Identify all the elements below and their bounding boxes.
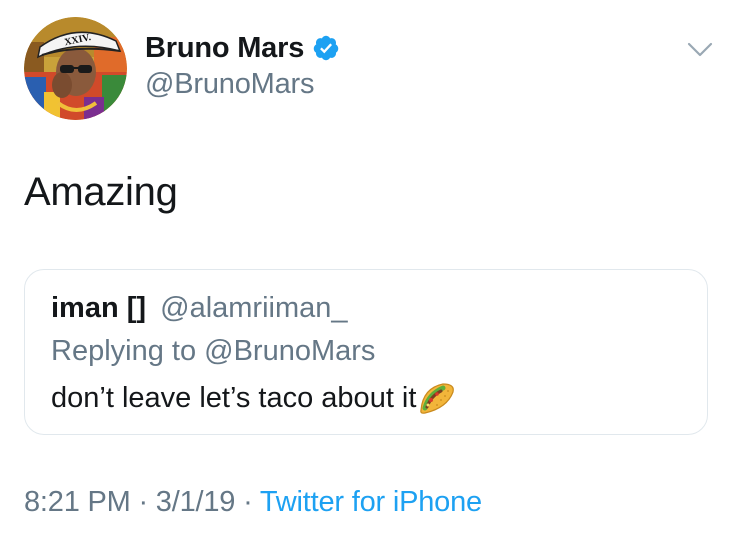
tweet-meta: 8:21 PM · 3/1/19 · Twitter for iPhone bbox=[24, 486, 482, 519]
quoted-tweet-header: iman [] @alamriiman_ bbox=[51, 292, 348, 325]
meta-separator: · bbox=[235, 486, 260, 518]
avatar[interactable]: XXIV. bbox=[24, 17, 127, 120]
meta-separator: · bbox=[130, 486, 156, 518]
quoted-tweet-text-row: don’t leave let’s taco about it bbox=[51, 380, 457, 416]
verified-badge-icon bbox=[312, 34, 340, 62]
quoted-author-name-symbol: [] bbox=[126, 292, 147, 324]
taco-icon bbox=[417, 380, 457, 416]
chevron-down-icon[interactable] bbox=[686, 41, 714, 59]
avatar-image: XXIV. bbox=[24, 17, 127, 120]
quoted-author-handle: @alamriiman_ bbox=[160, 292, 348, 324]
author-display-name[interactable]: Bruno Mars bbox=[145, 32, 304, 65]
replying-to: Replying to @BrunoMars bbox=[51, 335, 376, 367]
quoted-tweet-text: don’t leave let’s taco about it bbox=[51, 381, 417, 414]
quoted-author-name: iman bbox=[51, 292, 119, 324]
tweet-card: XXIV. Bruno Mars @BrunoMars Amazing iman… bbox=[0, 0, 741, 552]
tweet-time[interactable]: 8:21 PM bbox=[24, 486, 131, 518]
quoted-tweet[interactable]: iman [] @alamriiman_ Replying to @BrunoM… bbox=[24, 269, 708, 435]
tweet-date[interactable]: 3/1/19 bbox=[156, 486, 236, 518]
author-handle[interactable]: @BrunoMars bbox=[145, 68, 340, 101]
tweet-source-link[interactable]: Twitter for iPhone bbox=[260, 486, 482, 518]
tweet-text: Amazing bbox=[24, 170, 178, 214]
author-names: Bruno Mars @BrunoMars bbox=[145, 30, 340, 101]
